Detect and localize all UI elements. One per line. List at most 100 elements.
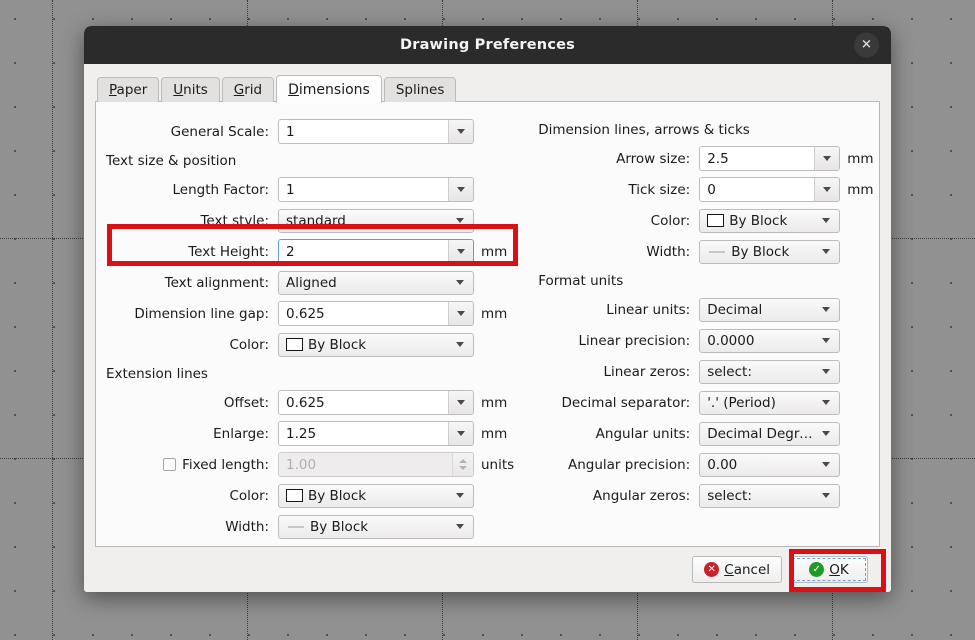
- text-height-value[interactable]: 2: [279, 240, 448, 263]
- color-swatch-icon: [286, 338, 303, 351]
- tab-splines-label: Splines: [395, 82, 445, 98]
- length-factor-combobox[interactable]: 1: [278, 177, 474, 202]
- angular-units-combobox[interactable]: Decimal Degrees: [699, 421, 841, 446]
- section-title-text-size-position: Text size & position: [106, 153, 237, 169]
- linear-precision-combobox[interactable]: 0.0000: [699, 328, 841, 353]
- tick-size-combobox[interactable]: 0: [699, 177, 841, 202]
- tick-size-value[interactable]: 0: [700, 178, 815, 201]
- chevron-down-icon[interactable]: [814, 147, 840, 170]
- arrow-size-combobox[interactable]: 2.5: [699, 146, 841, 171]
- dimension-line-gap-value[interactable]: 0.625: [279, 302, 448, 325]
- dimensions-tab-panel: General Scale: 1 Text size & position Le…: [95, 101, 880, 547]
- text-height-combobox[interactable]: 2: [278, 239, 474, 264]
- chevron-down-icon[interactable]: [448, 302, 473, 325]
- fixed-length-value[interactable]: 1.00: [279, 453, 452, 476]
- fixed-length-checkbox[interactable]: [163, 458, 177, 471]
- offset-value[interactable]: 0.625: [279, 391, 448, 414]
- decimal-separator-combobox[interactable]: '.' (Period): [699, 390, 841, 415]
- label-text-color: Color:: [229, 336, 269, 353]
- text-style-combobox[interactable]: standard: [278, 208, 474, 233]
- row-dimension-color: Color: By Block: [538, 205, 873, 236]
- extension-width-value: By Block: [310, 518, 369, 535]
- dimension-line-gap-combobox[interactable]: 0.625: [278, 301, 474, 326]
- fixed-length-spinner[interactable]: 1.00: [278, 452, 474, 477]
- row-linear-units: Linear units: Decimal: [538, 294, 873, 325]
- chevron-down-icon: [822, 400, 831, 405]
- row-offset: Offset: 0.625 mm: [106, 387, 514, 418]
- chevron-down-icon: [822, 369, 831, 374]
- tab-paper[interactable]: Paper: [97, 77, 160, 102]
- close-icon[interactable]: ✕: [854, 32, 879, 58]
- tab-splines[interactable]: Splines: [383, 77, 457, 102]
- angular-units-value: Decimal Degrees: [707, 425, 817, 442]
- chevron-down-icon: [456, 280, 464, 285]
- general-scale-combobox[interactable]: 1: [278, 119, 474, 144]
- dimension-color-combobox[interactable]: By Block: [699, 208, 841, 233]
- angular-precision-combobox[interactable]: 0.00: [699, 452, 841, 477]
- line-width-swatch-icon: [288, 525, 304, 528]
- color-swatch-icon: [286, 489, 303, 502]
- row-linear-zeros: Linear zeros: select:: [538, 356, 873, 387]
- general-scale-value[interactable]: 1: [279, 120, 448, 143]
- tab-dimensions[interactable]: Dimensions: [276, 75, 382, 103]
- chevron-down-icon: [822, 338, 831, 343]
- enlarge-value[interactable]: 1.25: [279, 422, 448, 445]
- dialog-action-bar: ✕ Cancel ✓ OK: [95, 547, 880, 592]
- label-tick-size: Tick size:: [628, 181, 691, 198]
- row-dimension-line-gap: Dimension line gap: 0.625 mm: [106, 298, 514, 329]
- grid-line-vertical: [52, 0, 53, 640]
- chevron-down-icon: [822, 218, 831, 223]
- chevron-down-icon[interactable]: [814, 178, 840, 201]
- label-length-factor: Length Factor:: [172, 181, 270, 198]
- ok-button[interactable]: ✓ OK: [790, 556, 868, 583]
- tab-grid[interactable]: Grid: [221, 77, 275, 102]
- arrow-size-value[interactable]: 2.5: [700, 147, 815, 170]
- label-extension-width: Width:: [225, 518, 269, 535]
- label-extension-color: Color:: [229, 487, 269, 504]
- chevron-down-icon[interactable]: [448, 178, 473, 201]
- check-circle-icon: ✓: [809, 562, 825, 577]
- linear-units-combobox[interactable]: Decimal: [699, 297, 841, 322]
- chevron-down-icon[interactable]: [448, 391, 473, 414]
- linear-zeros-combobox[interactable]: select:: [699, 359, 841, 384]
- chevron-down-icon[interactable]: [448, 422, 473, 445]
- row-text-alignment: Text alignment: Aligned: [106, 267, 514, 298]
- cancel-button[interactable]: ✕ Cancel: [692, 556, 782, 583]
- dimension-color-value: By Block: [729, 212, 788, 229]
- dimension-width-combobox[interactable]: By Block: [699, 239, 841, 264]
- length-factor-value[interactable]: 1: [279, 178, 448, 201]
- dialog-title: Drawing Preferences: [399, 37, 575, 53]
- label-arrow-size: Arrow size:: [616, 150, 691, 167]
- text-color-value: By Block: [308, 336, 367, 353]
- tab-units[interactable]: Units: [161, 77, 220, 102]
- cancel-button-label: Cancel: [724, 561, 770, 578]
- chevron-down-icon: [822, 493, 831, 498]
- text-style-value: standard: [286, 212, 346, 229]
- chevron-down-icon: [822, 307, 831, 312]
- text-alignment-value: Aligned: [286, 274, 337, 291]
- extension-color-combobox[interactable]: By Block: [278, 483, 474, 508]
- chevron-down-icon[interactable]: [448, 120, 473, 143]
- extension-color-value: By Block: [308, 487, 367, 504]
- spinner-arrows-icon[interactable]: [452, 453, 473, 476]
- label-fixed-length: Fixed length:: [182, 456, 269, 473]
- enlarge-combobox[interactable]: 1.25: [278, 421, 474, 446]
- linear-units-value: Decimal: [707, 301, 763, 318]
- row-general-scale: General Scale: 1: [106, 116, 514, 147]
- row-angular-zeros: Angular zeros: select:: [538, 480, 873, 511]
- chevron-down-icon: [456, 493, 464, 498]
- label-linear-precision: Linear precision:: [578, 332, 691, 349]
- unit-text-height: mm: [481, 243, 508, 260]
- text-color-combobox[interactable]: By Block: [278, 332, 474, 357]
- extension-width-combobox[interactable]: By Block: [278, 514, 474, 539]
- label-dimension-width: Width:: [646, 243, 691, 260]
- chevron-down-icon[interactable]: [448, 240, 473, 263]
- left-settings-column: General Scale: 1 Text size & position Le…: [96, 112, 514, 546]
- chevron-down-icon: [822, 462, 831, 467]
- angular-zeros-combobox[interactable]: select:: [699, 483, 841, 508]
- unit-arrow-size: mm: [847, 150, 874, 167]
- chevron-down-icon: [822, 249, 831, 254]
- offset-combobox[interactable]: 0.625: [278, 390, 474, 415]
- text-alignment-combobox[interactable]: Aligned: [278, 270, 474, 295]
- drawing-preferences-dialog: Drawing Preferences ✕ Paper Units Grid D…: [84, 26, 891, 592]
